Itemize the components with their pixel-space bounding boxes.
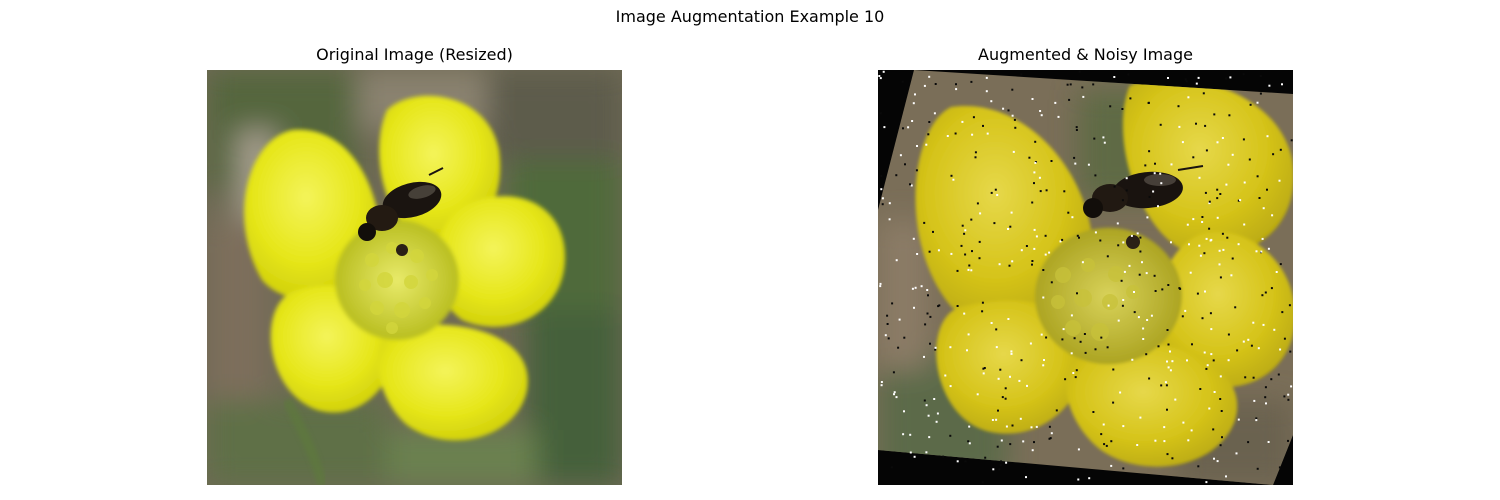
augmented-image [878, 70, 1293, 485]
original-image [207, 70, 622, 485]
original-image-title: Original Image (Resized) [316, 45, 513, 64]
figure-suptitle: Image Augmentation Example 10 [615, 7, 885, 26]
augmented-image-title: Augmented & Noisy Image [978, 45, 1193, 64]
